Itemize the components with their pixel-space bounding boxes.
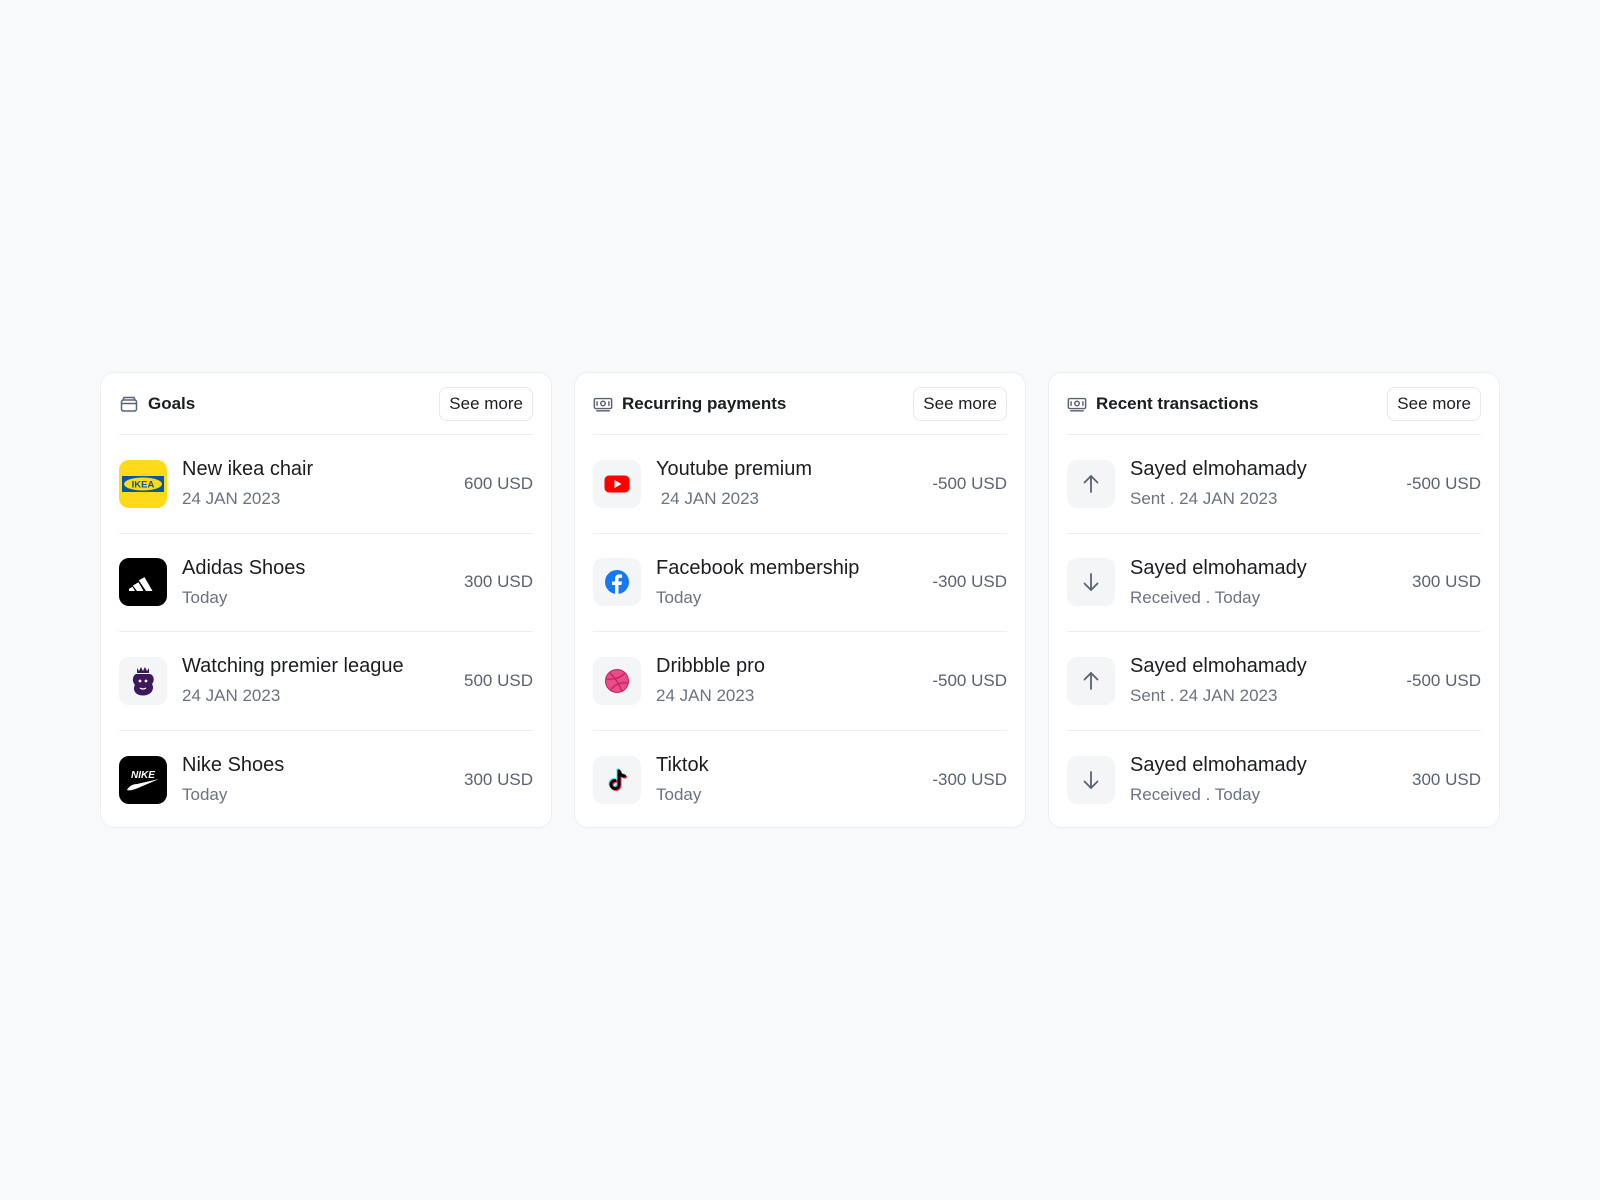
svg-text:NIKE: NIKE (131, 770, 155, 781)
arrow-up-icon (1067, 459, 1115, 508)
transaction-name: Sayed elmohamady (1130, 655, 1307, 678)
payment-row[interactable]: Dribbble pro 24 JAN 2023 -500 USD (593, 632, 1007, 731)
goal-amount: 300 USD (464, 769, 533, 789)
transaction-text: Sayed elmohamady Received . Today (1130, 754, 1412, 805)
payment-text: Youtube premium 24 JAN 2023 (656, 458, 932, 509)
goal-text: Watching premier league 24 JAN 2023 (182, 655, 464, 706)
goals-see-more-button[interactable]: See more (439, 386, 533, 421)
payment-text: Dribbble pro 24 JAN 2023 (656, 655, 932, 706)
payment-name: Youtube premium (656, 458, 813, 481)
svg-text:IKEA: IKEA (132, 479, 155, 490)
goal-date: 24 JAN 2023 (182, 489, 281, 509)
payment-row[interactable]: Youtube premium 24 JAN 2023 -500 USD (593, 435, 1007, 534)
dribbble-logo (593, 656, 641, 705)
goal-amount: 500 USD (464, 670, 533, 690)
transaction-row[interactable]: Sayed elmohamady Received . Today 300 US… (1067, 534, 1481, 632)
goal-date: Today (182, 587, 228, 607)
goal-date: Today (182, 785, 228, 805)
goal-amount: 600 USD (464, 473, 533, 493)
goals-title: Goals (148, 393, 196, 413)
transaction-sub: Received . Today (1130, 587, 1261, 607)
payment-date: 24 JAN 2023 (656, 489, 760, 509)
goals-card: Goals See more IKEA New ikea chair 24 JA… (100, 372, 552, 828)
ikea-logo: IKEA (119, 459, 167, 508)
youtube-logo (593, 459, 641, 508)
transaction-text: Sayed elmohamady Sent . 24 JAN 2023 (1130, 655, 1406, 706)
goals-title-wrap: Goals (119, 394, 195, 414)
recent-see-more-button[interactable]: See more (1387, 386, 1481, 421)
transaction-amount: -500 USD (1406, 670, 1481, 690)
arrow-up-icon (1067, 656, 1115, 705)
transaction-row[interactable]: Sayed elmohamady Sent . 24 JAN 2023 -500… (1067, 435, 1481, 534)
transaction-sub: Sent . 24 JAN 2023 (1130, 686, 1278, 706)
tiktok-logo (593, 755, 641, 804)
premier-league-logo (119, 656, 167, 705)
recurring-payments-card: Recurring payments See more Youtube prem… (574, 372, 1026, 828)
recent-title: Recent transactions (1096, 393, 1259, 413)
goal-row[interactable]: Watching premier league 24 JAN 2023 500 … (119, 632, 533, 731)
goal-text: New ikea chair 24 JAN 2023 (182, 458, 464, 509)
transaction-name: Sayed elmohamady (1130, 556, 1307, 579)
transaction-sub: Received . Today (1130, 785, 1261, 805)
money-icon (593, 394, 613, 414)
payment-text: Facebook membership Today (656, 557, 932, 608)
payment-date: Today (656, 785, 702, 805)
transaction-text: Sayed elmohamady Sent . 24 JAN 2023 (1130, 458, 1406, 509)
recurring-title-wrap: Recurring payments (593, 394, 786, 414)
transaction-name: Sayed elmohamady (1130, 754, 1307, 777)
recent-header: Recent transactions See more (1067, 373, 1481, 435)
payment-name: Facebook membership (656, 556, 860, 579)
recurring-header: Recurring payments See more (593, 373, 1007, 435)
cards-container: Goals See more IKEA New ikea chair 24 JA… (100, 372, 1500, 828)
payment-amount: -500 USD (932, 473, 1007, 493)
payment-row[interactable]: Tiktok Today -300 USD (593, 731, 1007, 830)
transaction-name: Sayed elmohamady (1130, 458, 1307, 481)
goal-row[interactable]: Adidas Shoes Today 300 USD (119, 534, 533, 632)
transaction-amount: 300 USD (1412, 769, 1481, 789)
goal-row[interactable]: IKEA New ikea chair 24 JAN 2023 600 USD (119, 435, 533, 534)
goal-text: Nike Shoes Today (182, 754, 464, 805)
goal-name: New ikea chair (182, 458, 314, 481)
transaction-text: Sayed elmohamady Received . Today (1130, 557, 1412, 608)
recent-transactions-card: Recent transactions See more Sayed elmoh… (1048, 372, 1500, 828)
arrow-down-icon (1067, 755, 1115, 804)
payment-amount: -300 USD (932, 572, 1007, 592)
adidas-logo (119, 558, 167, 607)
arrow-down-icon (1067, 558, 1115, 607)
transaction-row[interactable]: Sayed elmohamady Sent . 24 JAN 2023 -500… (1067, 632, 1481, 731)
payment-text: Tiktok Today (656, 754, 932, 805)
payment-row[interactable]: Facebook membership Today -300 USD (593, 534, 1007, 632)
goal-name: Adidas Shoes (182, 556, 306, 579)
payment-date: Today (656, 587, 702, 607)
transaction-amount: 300 USD (1412, 572, 1481, 592)
transaction-amount: -500 USD (1406, 473, 1481, 493)
goal-text: Adidas Shoes Today (182, 557, 464, 608)
payment-date: 24 JAN 2023 (656, 686, 755, 706)
goal-name: Watching premier league (182, 655, 404, 678)
recurring-title: Recurring payments (622, 393, 787, 413)
recurring-see-more-button[interactable]: See more (913, 386, 1007, 421)
wallet-icon (119, 394, 139, 414)
goal-row[interactable]: NIKE Nike Shoes Today 300 USD (119, 731, 533, 830)
transaction-sub: Sent . 24 JAN 2023 (1130, 489, 1278, 509)
payment-name: Dribbble pro (656, 655, 765, 678)
payment-amount: -500 USD (932, 670, 1007, 690)
goal-date: 24 JAN 2023 (182, 686, 281, 706)
goals-header: Goals See more (119, 373, 533, 435)
recent-title-wrap: Recent transactions (1067, 394, 1259, 414)
money-icon (1067, 394, 1087, 414)
facebook-logo (593, 558, 641, 607)
payment-amount: -300 USD (932, 769, 1007, 789)
transaction-row[interactable]: Sayed elmohamady Received . Today 300 US… (1067, 731, 1481, 830)
goal-amount: 300 USD (464, 572, 533, 592)
payment-name: Tiktok (656, 754, 709, 777)
goal-name: Nike Shoes (182, 754, 285, 777)
nike-logo: NIKE (119, 755, 167, 804)
